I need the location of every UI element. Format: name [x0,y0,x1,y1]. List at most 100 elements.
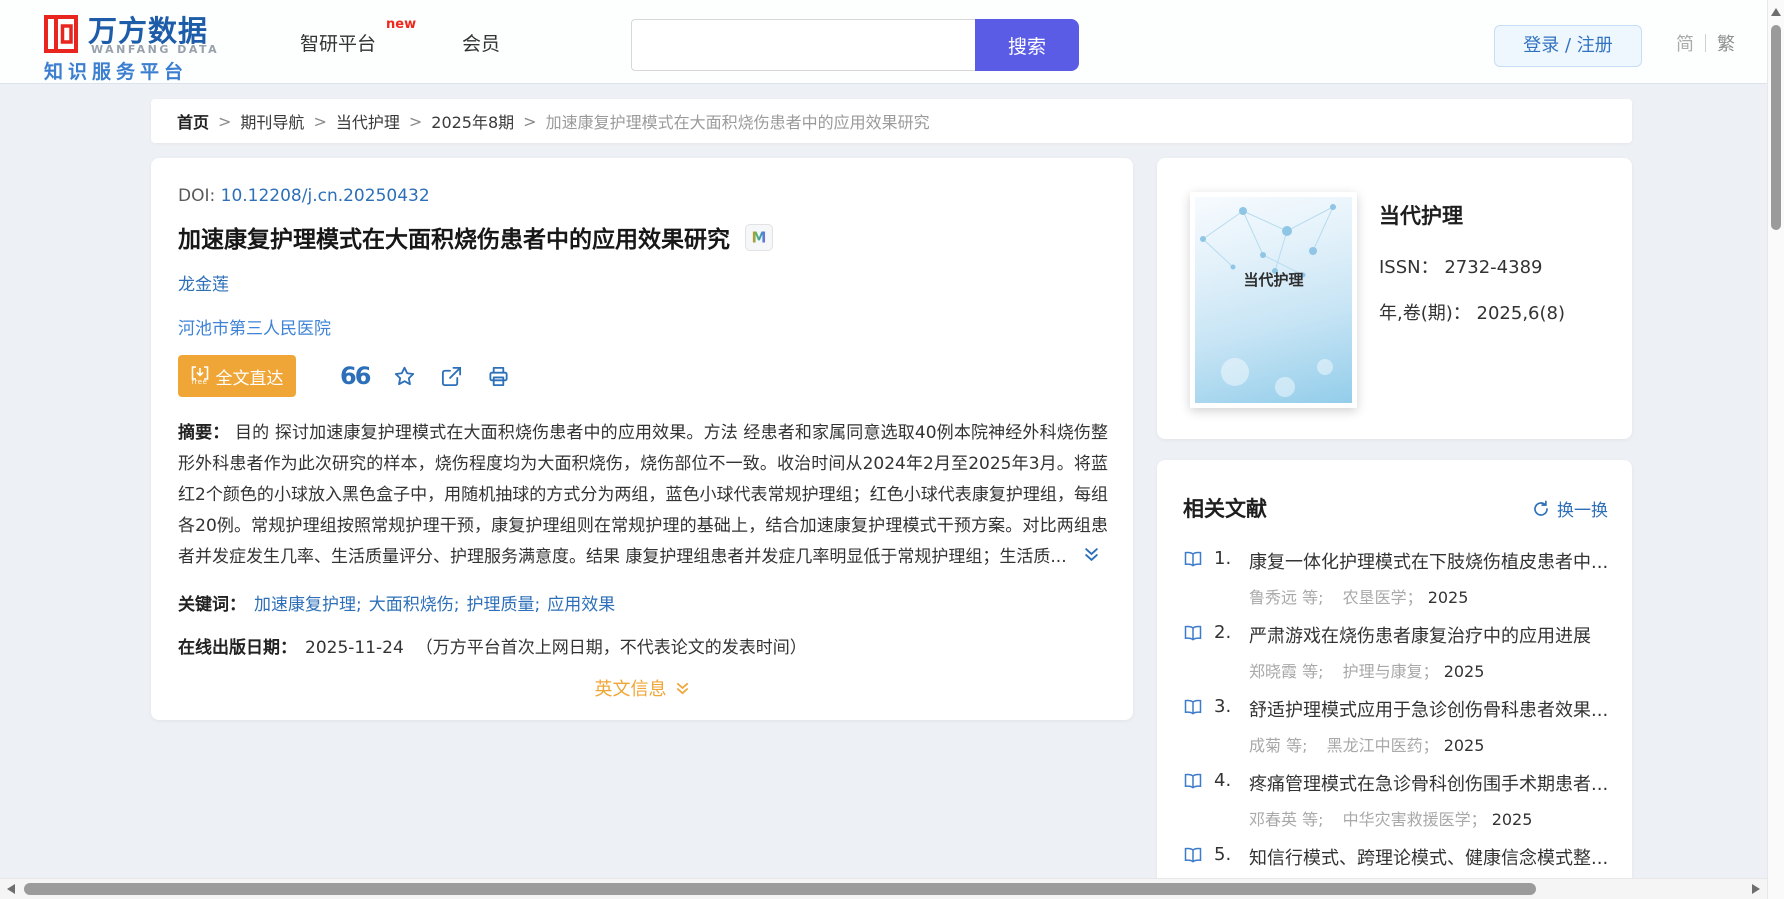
fulltext-button[interactable]: free 全文直达 [178,355,296,397]
related-item-journal[interactable]: 护理与康复； [1343,662,1439,681]
breadcrumb-separator: > [409,112,422,131]
vertical-scrollbar[interactable] [1767,0,1784,899]
vertical-scrollbar-thumb[interactable] [1771,25,1781,230]
journal-cover[interactable]: 当代护理 [1190,192,1357,408]
related-item-title[interactable]: 知信行模式、跨理论模式、健康信念模式整... [1249,844,1607,870]
keyword-link[interactable]: 大面积烧伤; [369,595,460,615]
issn-value: 2732-4389 [1444,257,1542,278]
author-row: 龙金莲 [178,270,229,295]
breadcrumb-issue[interactable]: 2025年8期 [431,109,514,133]
book-icon [1183,625,1203,645]
book-icon [1183,773,1203,793]
related-item-meta: 郑晓霞 等; 护理与康复； 2025 [1249,658,1484,682]
breadcrumb-journal-nav[interactable]: 期刊导航 [240,109,304,133]
author-link[interactable]: 龙金莲 [178,275,229,295]
doi-link[interactable]: 10.12208/j.cn.20250432 [221,186,430,206]
scroll-right-arrow[interactable] [1752,884,1760,894]
breadcrumb-separator: > [523,112,536,131]
book-icon [1183,551,1203,571]
related-item-title[interactable]: 康复一体化护理模式在下肢烧伤植皮患者中... [1249,548,1607,574]
related-item-year: 2025 [1492,810,1533,829]
doi-row: DOI: 10.12208/j.cn.20250432 [178,186,430,206]
journal-cover-image [1195,197,1352,403]
doi-label: DOI: [178,186,215,206]
pubdate-row: 在线出版日期：2025-11-24（万方平台首次上网日期，不代表论文的发表时间） [178,633,807,658]
article-title: 加速康复护理模式在大面积烧伤患者中的应用效果研究 [178,220,730,254]
abstract-label: 摘要： [178,423,229,443]
nav-item-platform[interactable]: 智研平台 [300,29,376,56]
english-info-toggle[interactable]: 英文信息 [595,675,690,701]
free-download-icon: free [191,366,209,386]
m-badge-icon[interactable]: M [745,224,773,251]
related-item-title[interactable]: 疼痛管理模式在急诊骨科创伤围手术期患者... [1249,770,1607,796]
breadcrumb-current: 加速康复护理模式在大面积烧伤患者中的应用效果研究 [546,109,930,133]
related-item-journal[interactable]: 农垦医学； [1343,588,1423,607]
svg-text:M: M [752,229,767,245]
new-badge: new [386,17,416,32]
language-switch: 简 繁 [1676,30,1735,56]
lang-simplified[interactable]: 简 [1676,30,1694,56]
related-item-title[interactable]: 舒适护理模式应用于急诊创伤骨科患者效果... [1249,696,1607,722]
page: 万方数据 WANFANG DATA 知识服务平台 智研平台 new 会员 搜索 … [0,0,1784,899]
related-item-authors[interactable]: 鲁秀远 等; [1249,588,1323,607]
horizontal-scrollbar-thumb[interactable] [24,883,1536,895]
nav-item-member[interactable]: 会员 [462,29,500,56]
horizontal-scrollbar[interactable] [0,878,1767,899]
abstract-expand-icon[interactable] [1083,546,1100,567]
star-icon[interactable] [393,365,416,388]
breadcrumb-journal[interactable]: 当代护理 [336,109,400,133]
keyword-link[interactable]: 应用效果 [547,595,615,615]
pubdate-note: （万方平台首次上网日期，不代表论文的发表时间） [416,638,807,658]
wanfang-logo-icon[interactable] [44,11,78,59]
title-row: 加速康复护理模式在大面积烧伤患者中的应用效果研究 M [178,220,773,254]
related-item-authors[interactable]: 郑晓霞 等; [1249,662,1323,681]
keyword-link[interactable]: 加速康复护理; [254,595,362,615]
affiliation-link[interactable]: 河池市第三人民医院 [178,319,331,339]
breadcrumb-separator: > [313,112,326,131]
pubdate-value: 2025-11-24 [305,638,404,658]
breadcrumb-separator: > [218,112,231,131]
affiliation-row: 河池市第三人民医院 [178,314,331,339]
related-item-number: 2. [1214,622,1231,643]
related-item-journal[interactable]: 中华灾害救援医学； [1343,810,1487,829]
print-icon[interactable] [487,365,510,388]
share-icon[interactable] [440,365,463,388]
scroll-left-arrow[interactable] [7,884,15,894]
journal-name[interactable]: 当代护理 [1379,200,1463,230]
quote-icon[interactable]: 66 [340,364,369,388]
issn-label: ISSN： [1379,257,1439,278]
related-title: 相关文献 [1183,493,1267,523]
scroll-up-arrow[interactable] [1771,8,1781,16]
volume-value: 2025,6(8) [1477,303,1565,324]
search-button[interactable]: 搜索 [975,19,1079,71]
related-item-meta: 鲁秀远 等; 农垦医学； 2025 [1249,584,1468,608]
journal-cover-title: 当代护理 [1195,269,1352,290]
search-input[interactable] [631,19,975,71]
related-item-number: 3. [1214,696,1231,717]
related-item-journal[interactable]: 黑龙江中医药； [1327,736,1439,755]
book-icon [1183,699,1203,719]
related-item-year: 2025 [1428,588,1469,607]
related-item-title[interactable]: 严肃游戏在烧伤患者康复治疗中的应用进展 [1249,622,1607,648]
keywords-row: 关键词：加速康复护理;大面积烧伤;护理质量;应用效果 [178,590,622,615]
book-icon [1183,847,1203,867]
related-item-authors[interactable]: 邓春英 等; [1249,810,1323,829]
journal-issn-row: ISSN： 2732-4389 [1379,253,1542,279]
related-articles-card: 相关文献 换一换 1. 康复一体化护理模式在下肢烧伤植皮患者中... 鲁秀远 等… [1157,460,1632,899]
login-register-button[interactable]: 登录 / 注册 [1494,25,1642,67]
volume-label: 年,卷(期)： [1379,303,1471,324]
related-item-authors[interactable]: 成菊 等; [1249,736,1307,755]
breadcrumb: 首页 > 期刊导航 > 当代护理 > 2025年8期 > 加速康复护理模式在大面… [151,99,1632,143]
refresh-button[interactable]: 换一换 [1532,496,1608,521]
related-item-number: 5. [1214,844,1231,865]
journal-volume-row: 年,卷(期)： 2025,6(8) [1379,299,1565,325]
abstract: 摘要： 目的 探讨加速康复护理模式在大面积烧伤患者中的应用效果。方法 经患者和家… [178,418,1108,573]
related-item-number: 4. [1214,770,1231,791]
breadcrumb-home[interactable]: 首页 [177,109,209,133]
abstract-text: 目的 探讨加速康复护理模式在大面积烧伤患者中的应用效果。方法 经患者和家属同意选… [178,423,1108,567]
keyword-link[interactable]: 护理质量; [466,595,540,615]
journal-card: 当代护理 当代护理 ISSN： 2732-4389 年,卷(期)： 2025,6… [1157,158,1632,439]
related-item-meta: 成菊 等; 黑龙江中医药； 2025 [1249,732,1484,756]
lang-traditional[interactable]: 繁 [1717,30,1735,56]
related-item-number: 1. [1214,548,1231,569]
